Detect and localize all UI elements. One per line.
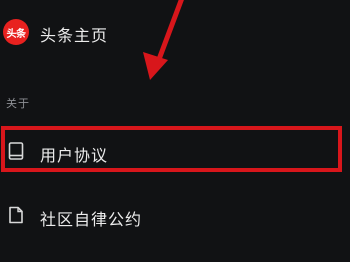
settings-screen: 头条 头条主页 关于 用户协议 社区自律公约 — [0, 0, 350, 262]
logo-text: 头条 — [6, 28, 27, 40]
menu-item-user-agreement[interactable]: 用户协议 — [0, 128, 350, 174]
book-icon — [8, 142, 24, 160]
menu-item-homepage-label: 头条主页 — [40, 26, 109, 45]
menu-item-user-agreement-label: 用户协议 — [40, 146, 109, 165]
document-icon — [9, 206, 23, 224]
section-header-about: 关于 — [6, 97, 30, 110]
menu-item-community-convention[interactable]: 社区自律公约 — [0, 196, 350, 236]
menu-item-homepage[interactable]: 头条 头条主页 — [0, 12, 350, 52]
toutiao-logo-icon: 头条 — [3, 19, 29, 45]
menu-item-community-convention-label: 社区自律公约 — [40, 210, 143, 229]
